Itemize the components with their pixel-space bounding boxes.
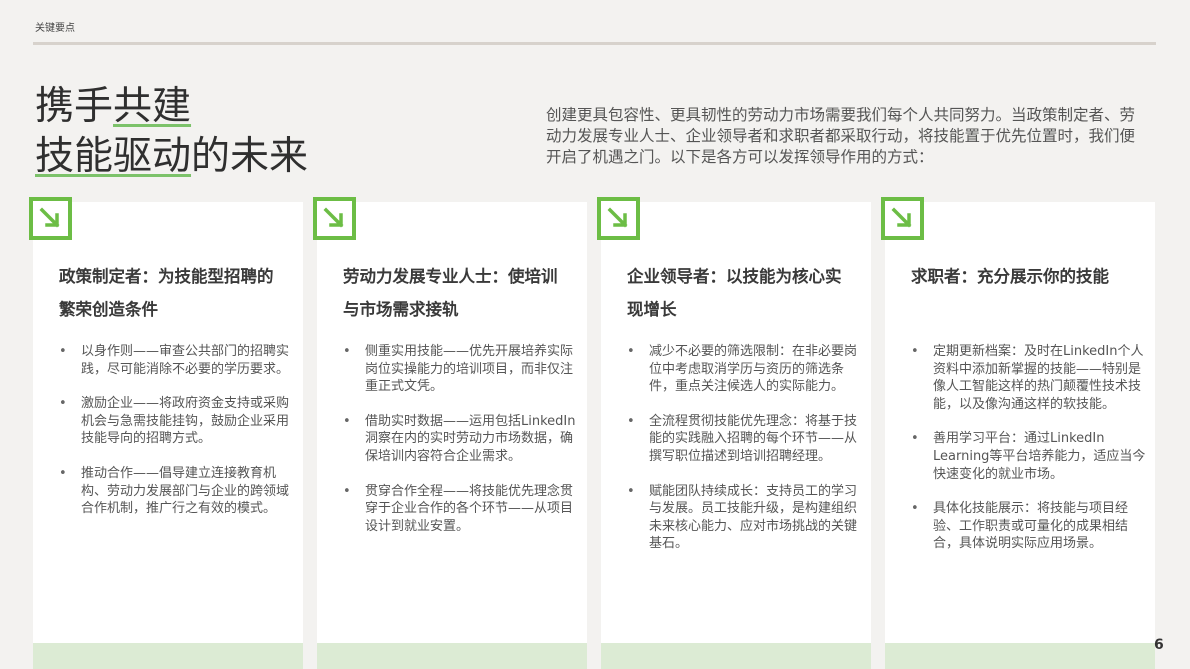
- list-item: 推动合作——倡导建立连接教育机构、劳动力发展部门与企业的跨领域合作机制，推广行之…: [59, 465, 301, 518]
- card-job-seekers: 求职者：充分展示你的技能 定期更新档案：及时在LinkedIn个人资料中添加新掌…: [881, 197, 1155, 669]
- title-line-1-plain: 携手: [35, 84, 114, 129]
- list-item: 赋能团队持续成长：支持员工的学习与发展。员工技能升级，是构建组织未来核心能力、应…: [627, 483, 869, 553]
- card-footer-band: [885, 643, 1155, 669]
- list-item: 减少不必要的筛选限制：在非必要岗位中考虑取消学历与资历的筛选条件，重点关注候选人…: [627, 343, 869, 396]
- card-title: 求职者：充分展示你的技能: [911, 267, 1109, 286]
- list-item: 贯穿合作全程——将技能优先理念贯穿于企业合作的各个环节——从项目设计到就业安置。: [343, 483, 585, 536]
- card-workforce-professionals: 劳动力发展专业人士：使培训与市场需求接轨 侧重实用技能——优先开展培养实际岗位实…: [313, 197, 587, 669]
- header-divider: [33, 42, 1156, 45]
- section-label: 关键要点: [35, 23, 75, 34]
- card-title: 企业领导者：以技能为核心实现增长: [627, 267, 842, 319]
- arrow-down-right-icon: [313, 197, 356, 240]
- arrow-down-right-icon: [597, 197, 640, 240]
- card-footer-band: [317, 643, 587, 669]
- arrow-down-right-icon: [881, 197, 924, 240]
- intro-paragraph: 创建更具包容性、更具韧性的劳动力市场需要我们每个人共同努力。当政策制定者、劳动力…: [546, 105, 1136, 166]
- page-number: 6: [1154, 637, 1164, 653]
- card-bullet-list: 减少不必要的筛选限制：在非必要岗位中考虑取消学历与资历的筛选条件，重点关注候选人…: [625, 343, 869, 570]
- list-item: 激励企业——将政府资金支持或采购机会与急需技能挂钩，鼓励企业采用技能导向的招聘方…: [59, 395, 301, 448]
- arrow-down-right-icon: [29, 197, 72, 240]
- list-item: 全流程贯彻技能优先理念：将基于技能的实践融入招聘的每个环节——从撰写职位描述到培…: [627, 413, 869, 466]
- card-bullet-list: 侧重实用技能——优先开展培养实际岗位实操能力的培训项目，而非仅注重正式文凭。 借…: [341, 343, 585, 552]
- title-line-2-underlined: 技能驱动: [35, 134, 192, 179]
- card-title: 政策制定者：为技能型招聘的繁荣创造条件: [59, 267, 274, 319]
- list-item: 具体化技能展示：将技能与项目经验、工作职责或可量化的成果相结合，具体说明实际应用…: [911, 500, 1153, 553]
- list-item: 定期更新档案：及时在LinkedIn个人资料中添加新掌握的技能——特别是像人工智…: [911, 343, 1153, 413]
- card-policy-makers: 政策制定者：为技能型招聘的繁荣创造条件 以身作则——审查公共部门的招聘实践，尽可…: [29, 197, 303, 669]
- list-item: 侧重实用技能——优先开展培养实际岗位实操能力的培训项目，而非仅注重正式文凭。: [343, 343, 585, 396]
- card-bullet-list: 定期更新档案：及时在LinkedIn个人资料中添加新掌握的技能——特别是像人工智…: [909, 343, 1153, 570]
- card-business-leaders: 企业领导者：以技能为核心实现增长 减少不必要的筛选限制：在非必要岗位中考虑取消学…: [597, 197, 871, 669]
- title-line-1-underlined: 共建: [113, 84, 192, 129]
- card-bullet-list: 以身作则——审查公共部门的招聘实践，尽可能消除不必要的学历要求。 激励企业——将…: [57, 343, 301, 535]
- title-line-2: 技能驱动的未来: [35, 132, 308, 182]
- card-footer-band: [601, 643, 871, 669]
- card-footer-band: [33, 643, 303, 669]
- list-item: 以身作则——审查公共部门的招聘实践，尽可能消除不必要的学历要求。: [59, 343, 301, 378]
- title-line-1: 携手共建: [35, 82, 308, 132]
- stakeholder-cards: 政策制定者：为技能型招聘的繁荣创造条件 以身作则——审查公共部门的招聘实践，尽可…: [29, 197, 1157, 669]
- title-line-2-plain: 的未来: [191, 134, 309, 179]
- list-item: 善用学习平台：通过LinkedIn Learning等平台培养能力，适应当今快速…: [911, 430, 1153, 483]
- page-title: 携手共建 技能驱动的未来: [35, 82, 308, 182]
- list-item: 借助实时数据——运用包括LinkedIn洞察在内的实时劳动力市场数据，确保培训内…: [343, 413, 585, 466]
- card-title: 劳动力发展专业人士：使培训与市场需求接轨: [343, 267, 558, 319]
